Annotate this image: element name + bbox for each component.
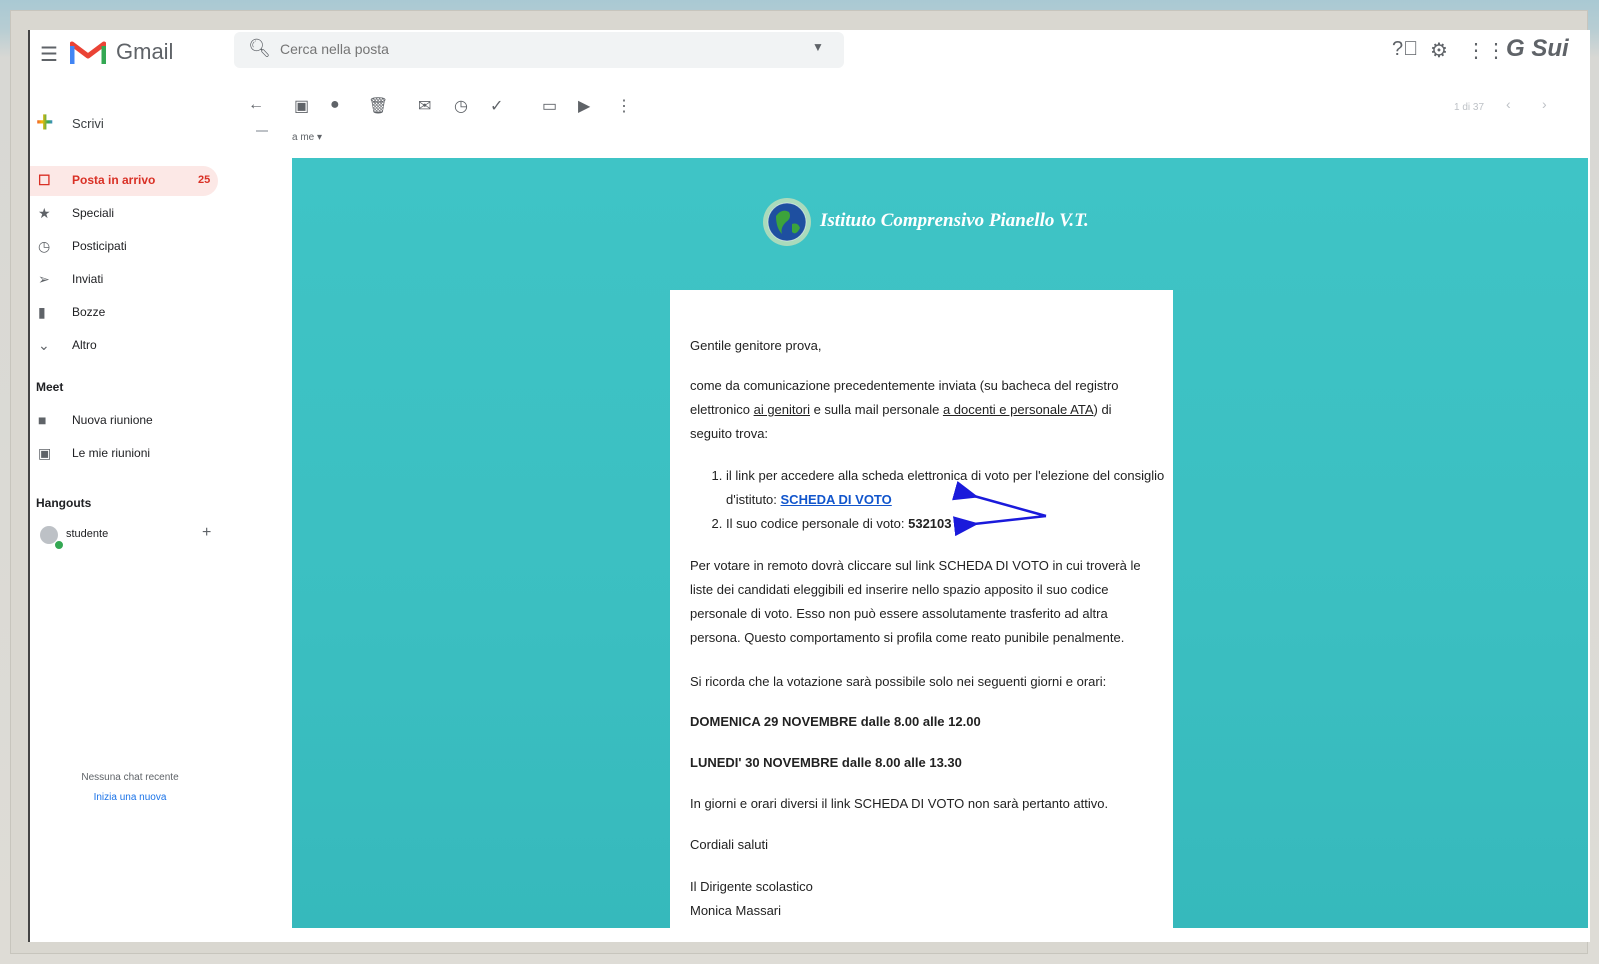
help-icon[interactable]: ?⃝: [1392, 38, 1418, 61]
app-name: Gmail: [116, 39, 174, 64]
annotation-arrows: [952, 481, 1047, 537]
collapsed-indicator: [256, 130, 268, 132]
sidebar-item-sent[interactable]: ➢ Inviati: [30, 265, 218, 295]
inbox-icon: ☐: [38, 172, 51, 188]
calendar-icon: ▣: [38, 445, 52, 461]
compose-label: Scrivi: [72, 116, 104, 131]
sidebar-item-drafts[interactable]: ▮ Bozze: [30, 298, 218, 328]
sidebar-item-label: Altro: [72, 338, 97, 352]
move-to-icon[interactable]: ▭: [542, 96, 557, 116]
start-new-chat-link[interactable]: Inizia una nuova: [70, 792, 190, 803]
snooze-icon[interactable]: ◷: [454, 96, 468, 116]
globe-logo-icon: [763, 198, 811, 246]
sidebar-item-label: Inviati: [72, 272, 104, 286]
arrow-to-link: [952, 481, 1047, 518]
clock-icon: ◷: [38, 238, 51, 254]
apps-grid-icon[interactable]: ⋮⋮: [1466, 38, 1506, 63]
label-icon[interactable]: ▶: [578, 96, 590, 116]
gmail-window: ☰ Gmail 🔍︎ ▼ ?⃝ ⚙ ⋮⋮ G Sui + Scrivi ☐ Po…: [28, 30, 1590, 942]
school-name: Istituto Comprensivo Pianello V.T.: [820, 210, 1089, 231]
plus-icon: +: [36, 106, 54, 139]
pagination-text: 1 di 37: [1454, 102, 1485, 113]
sidebar-item-label: Posta in arrivo: [72, 173, 156, 187]
add-to-tasks-icon[interactable]: ✓: [490, 96, 503, 116]
star-icon: ★: [38, 205, 51, 221]
email-content-card: Gentile genitore prova, come da comunica…: [670, 290, 1173, 930]
gmail-logo-icon[interactable]: [70, 38, 106, 66]
chevron-right-icon[interactable]: ›: [1542, 96, 1547, 112]
sidebar-item-label: Nuova riunione: [72, 413, 153, 427]
hangouts-user[interactable]: studente +: [40, 524, 218, 552]
draft-icon: ▮: [38, 304, 46, 320]
search-bar[interactable]: 🔍︎ ▼: [234, 32, 844, 68]
voting-day-1: DOMENICA 29 NOVEMBRE dalle 8.00 alle 12.…: [690, 714, 981, 729]
school-header: Istituto Comprensivo Pianello V.T.: [762, 194, 1102, 254]
search-options-icon[interactable]: ▼: [812, 40, 824, 54]
sidebar-item-inbox[interactable]: ☐ Posta in arrivo 25: [30, 166, 218, 196]
arrow-to-code: [953, 514, 1047, 537]
unread-count: 25: [198, 174, 211, 186]
voting-day-2: LUNEDI' 30 NOVEMBRE dalle 8.00 alle 13.3…: [690, 755, 962, 770]
top-bar: ☰ Gmail 🔍︎ ▼ ?⃝ ⚙ ⋮⋮ G Sui: [30, 30, 1590, 76]
chevron-down-icon: ⌄: [38, 337, 50, 353]
back-arrow-icon[interactable]: ←: [248, 96, 264, 114]
online-status-icon: [54, 540, 64, 550]
video-icon: ■: [38, 412, 47, 428]
hangouts-section-title: Hangouts: [36, 496, 92, 510]
chevron-left-icon[interactable]: ‹: [1506, 96, 1511, 112]
report-spam-icon[interactable]: ●: [330, 96, 340, 114]
sidebar-item-label: Bozze: [72, 305, 106, 319]
no-recent-chat-text: Nessuna chat recente: [81, 772, 179, 783]
inactive-link-paragraph: In giorni e orari diversi il link SCHEDA…: [690, 796, 1109, 811]
search-input[interactable]: [278, 40, 782, 58]
sidebar-item-my-meetings[interactable]: ▣ Le mie riunioni: [30, 439, 218, 469]
sidebar-item-starred[interactable]: ★ Speciali: [30, 199, 218, 229]
sidebar-item-label: Posticipati: [72, 239, 127, 253]
compose-button[interactable]: + Scrivi: [36, 108, 136, 148]
archive-icon[interactable]: ▣: [294, 96, 309, 116]
sidebar-item-label: Le mie riunioni: [72, 446, 151, 460]
main-menu-icon[interactable]: ☰: [40, 42, 58, 67]
sidebar-item-more[interactable]: ⌄ Altro: [30, 331, 218, 361]
recipient-details[interactable]: a me ▾: [292, 132, 322, 143]
signature-title: Il Dirigente scolastico: [690, 879, 813, 894]
search-icon[interactable]: 🔍︎: [248, 38, 271, 59]
meet-section-title: Meet: [36, 380, 64, 394]
sidebar-item-snoozed[interactable]: ◷ Posticipati: [30, 232, 218, 262]
sidebar-item-new-meeting[interactable]: ■ Nuova riunione: [30, 406, 218, 436]
closing: Cordiali saluti: [690, 837, 769, 852]
remote-voting-paragraph: Per votare in remoto dovrà cliccare sul …: [690, 558, 1141, 645]
sidebar-item-label: Speciali: [72, 206, 115, 220]
reminder-paragraph: Si ricorda che la votazione sarà possibi…: [690, 674, 1107, 689]
add-chat-icon[interactable]: +: [202, 524, 211, 542]
email-body: Istituto Comprensivo Pianello V.T. Genti…: [292, 158, 1588, 930]
gear-icon[interactable]: ⚙: [1430, 38, 1448, 63]
send-icon: ➢: [38, 271, 50, 287]
delete-icon[interactable]: 🗑︎: [368, 96, 388, 116]
more-options-icon[interactable]: ⋮: [616, 96, 632, 116]
gsuite-logo[interactable]: G Sui: [1506, 35, 1569, 63]
mark-unread-icon[interactable]: ✉: [418, 96, 431, 116]
recipient-label: a me: [292, 132, 315, 143]
hangouts-user-name: studente: [66, 528, 109, 540]
signature-name: Monica Massari: [690, 903, 782, 918]
